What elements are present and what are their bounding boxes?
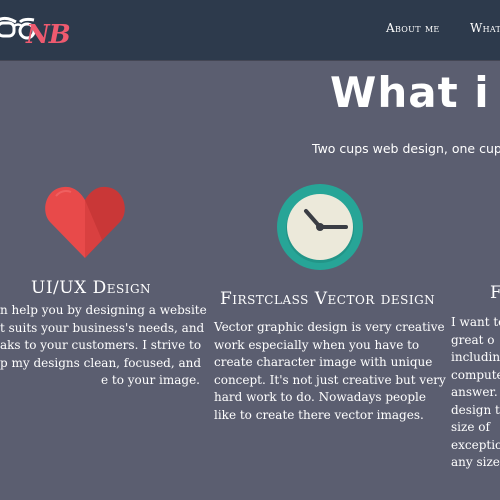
text-line: great o bbox=[451, 332, 495, 347]
heart-icon bbox=[45, 186, 125, 258]
service-description-third: I want to great o including compute answ… bbox=[451, 314, 500, 472]
service-title-uiux: UI/UX Design bbox=[31, 278, 152, 298]
service-description-uiux: n help you by designing a website t suit… bbox=[0, 302, 207, 390]
service-title-third: F bbox=[490, 283, 500, 303]
text-line: I want to bbox=[451, 315, 500, 329]
text-line: Vector graphic design is very creative bbox=[214, 320, 445, 334]
text-line: p my designs clean, focused, and bbox=[0, 355, 202, 370]
nav-item-about-me[interactable]: About me bbox=[386, 21, 440, 35]
text-line: aks to your customers. I strive to bbox=[0, 338, 202, 352]
text-line: e to your image. bbox=[100, 373, 200, 387]
text-line: create character image with unique bbox=[214, 355, 433, 369]
text-line: n help you by designing a website bbox=[0, 303, 207, 317]
text-line: design th bbox=[451, 402, 500, 417]
page-subtitle: Two cups web design, one cup ide bbox=[312, 141, 500, 156]
nav-item-what[interactable]: What bbox=[470, 21, 500, 35]
top-navbar: NB About me What bbox=[0, 0, 500, 60]
logo-text: NB bbox=[26, 20, 71, 50]
text-line: size of bbox=[451, 420, 490, 434]
text-line: work especially when you have to bbox=[214, 337, 420, 352]
page-title: What i d bbox=[330, 68, 500, 117]
text-line: including bbox=[451, 350, 500, 364]
site-logo[interactable]: NB bbox=[0, 12, 84, 52]
clock-icon bbox=[277, 184, 363, 270]
service-title-vector: Firstclass Vector design bbox=[220, 289, 436, 309]
text-line: concept. It's not just creative but very bbox=[214, 372, 446, 387]
text-line: hard work to do. Nowadays people bbox=[214, 390, 426, 404]
text-line: like to create there vector images. bbox=[214, 407, 424, 422]
text-line: t suits your business's needs, and bbox=[0, 320, 205, 335]
text-line: answer. I bbox=[451, 385, 500, 399]
text-line: exceptio bbox=[451, 437, 500, 452]
page: NB About me What What i d Two cups web d… bbox=[0, 0, 500, 500]
text-line: any size. bbox=[451, 455, 500, 469]
text-line: compute bbox=[451, 367, 500, 382]
service-description-vector: Vector graphic design is very creative w… bbox=[214, 319, 446, 424]
